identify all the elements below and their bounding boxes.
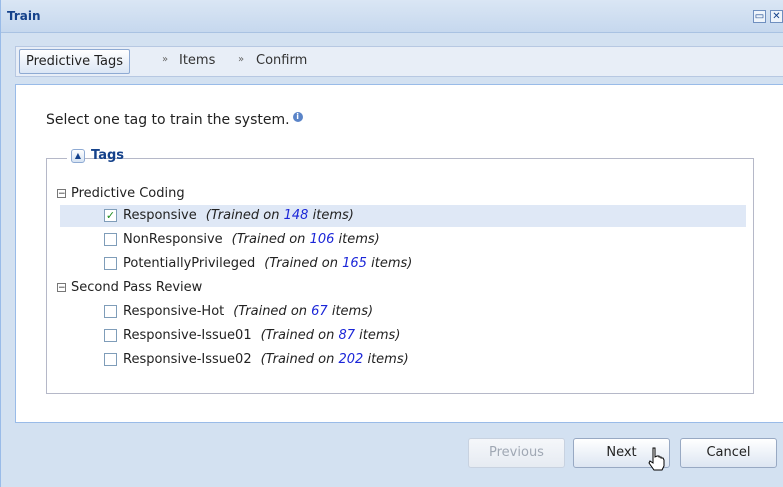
trained-prefix: (Trained on	[260, 328, 335, 343]
tag-checkbox[interactable]: ✓	[104, 209, 117, 222]
cancel-button[interactable]: Cancel	[680, 438, 777, 468]
instruction: Select one tag to train the system. i	[46, 112, 303, 128]
tag-row-responsive-hot[interactable]: Responsive-Hot (Trained on 67 items)	[60, 301, 746, 323]
tag-checkbox[interactable]	[104, 305, 117, 318]
tag-name: NonResponsive	[123, 232, 223, 247]
tag-name: Responsive-Issue01	[123, 328, 252, 343]
previous-button[interactable]: Previous	[468, 438, 565, 468]
tag-row-potentiallyprivileged[interactable]: PotentiallyPrivileged (Trained on 165 ite…	[60, 253, 746, 275]
trained-count: 67	[311, 304, 328, 319]
close-icon[interactable]: ✕	[770, 10, 783, 23]
tag-row-responsive-issue01[interactable]: Responsive-Issue01 (Trained on 87 items)	[60, 325, 746, 347]
trained-prefix: (Trained on	[264, 256, 338, 271]
tag-row-nonresponsive[interactable]: NonResponsive (Trained on 106 items)	[60, 229, 746, 251]
trained-prefix: (Trained on	[233, 304, 308, 319]
trained-count: 202	[338, 352, 364, 367]
tag-row-responsive[interactable]: ✓ Responsive (Trained on 148 items)	[60, 205, 746, 227]
content-panel: Select one tag to train the system. i ▲ T…	[15, 84, 783, 423]
trained-count: 148	[283, 208, 309, 223]
step-predictive-tags[interactable]: Predictive Tags	[19, 49, 130, 74]
trained-count: 87	[338, 328, 356, 343]
collapse-node-icon[interactable]: −	[57, 283, 66, 293]
info-icon[interactable]: i	[292, 112, 303, 122]
collapse-node-icon[interactable]: −	[57, 189, 66, 199]
trained-suffix: items)	[312, 208, 354, 223]
tag-name: PotentiallyPrivileged	[123, 256, 256, 271]
step-confirm[interactable]: Confirm	[256, 53, 307, 68]
tree-group-predictive-coding[interactable]: − Predictive Coding	[57, 186, 185, 206]
group-label: Second Pass Review	[71, 280, 203, 295]
tags-fieldset: ▲ Tags − Predictive Coding ✓ Responsive (T…	[46, 148, 754, 394]
tag-checkbox[interactable]	[104, 329, 117, 342]
trained-suffix: items)	[371, 256, 413, 271]
trained-prefix: (Trained on	[231, 232, 306, 247]
trained-count: 165	[342, 256, 367, 271]
hand-cursor-icon	[648, 447, 665, 471]
title-bar: Train ▭ ✕	[1, 0, 783, 33]
trained-suffix: items)	[338, 232, 380, 247]
wizard-steps: Predictive Tags » Items » Confirm	[15, 46, 783, 77]
tag-checkbox[interactable]	[104, 353, 117, 366]
collapse-icon[interactable]: ▲	[71, 149, 85, 163]
trained-prefix: (Trained on	[205, 208, 280, 223]
trained-suffix: items)	[359, 328, 401, 343]
tag-row-responsive-issue02[interactable]: Responsive-Issue02 (Trained on 202 items)	[60, 349, 746, 371]
group-label: Predictive Coding	[71, 186, 185, 201]
dialog-title: Train	[7, 9, 41, 23]
step-separator: »	[238, 54, 245, 65]
tag-checkbox[interactable]	[104, 257, 117, 270]
tag-name: Responsive-Issue02	[123, 352, 252, 367]
tag-name: Responsive	[123, 208, 197, 223]
tags-legend-label: Tags	[91, 148, 125, 163]
step-items[interactable]: Items	[179, 53, 215, 68]
tags-legend: ▲ Tags	[67, 148, 124, 168]
trained-prefix: (Trained on	[260, 352, 335, 367]
maximize-icon[interactable]: ▭	[753, 10, 766, 23]
trained-count: 106	[309, 232, 335, 247]
trained-suffix: items)	[367, 352, 409, 367]
tree-group-second-pass-review[interactable]: − Second Pass Review	[57, 280, 202, 300]
instruction-text: Select one tag to train the system.	[46, 112, 290, 128]
tag-name: Responsive-Hot	[123, 304, 225, 319]
trained-suffix: items)	[331, 304, 374, 319]
tag-checkbox[interactable]	[104, 233, 117, 246]
train-dialog: Train ▭ ✕ Predictive Tags » Items » Conf…	[0, 0, 783, 487]
step-separator: »	[162, 54, 169, 65]
